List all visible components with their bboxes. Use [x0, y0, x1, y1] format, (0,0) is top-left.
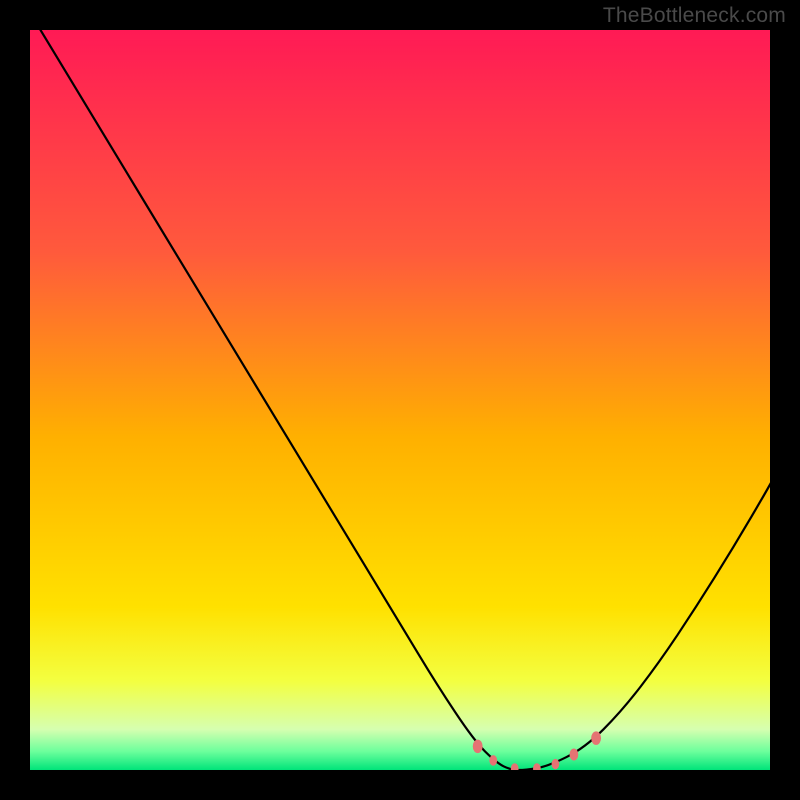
marker-dot: [489, 755, 497, 766]
watermark-text: TheBottleneck.com: [603, 4, 786, 28]
marker-dot: [473, 740, 483, 754]
optimal-range-markers: [30, 30, 770, 770]
marker-dot: [533, 763, 541, 770]
marker-dot: [552, 759, 560, 770]
marker-dot: [511, 763, 519, 770]
marker-dot: [570, 748, 579, 760]
chart-frame: TheBottleneck.com: [0, 0, 800, 800]
plot-area: [30, 30, 770, 770]
marker-dot: [591, 731, 601, 745]
